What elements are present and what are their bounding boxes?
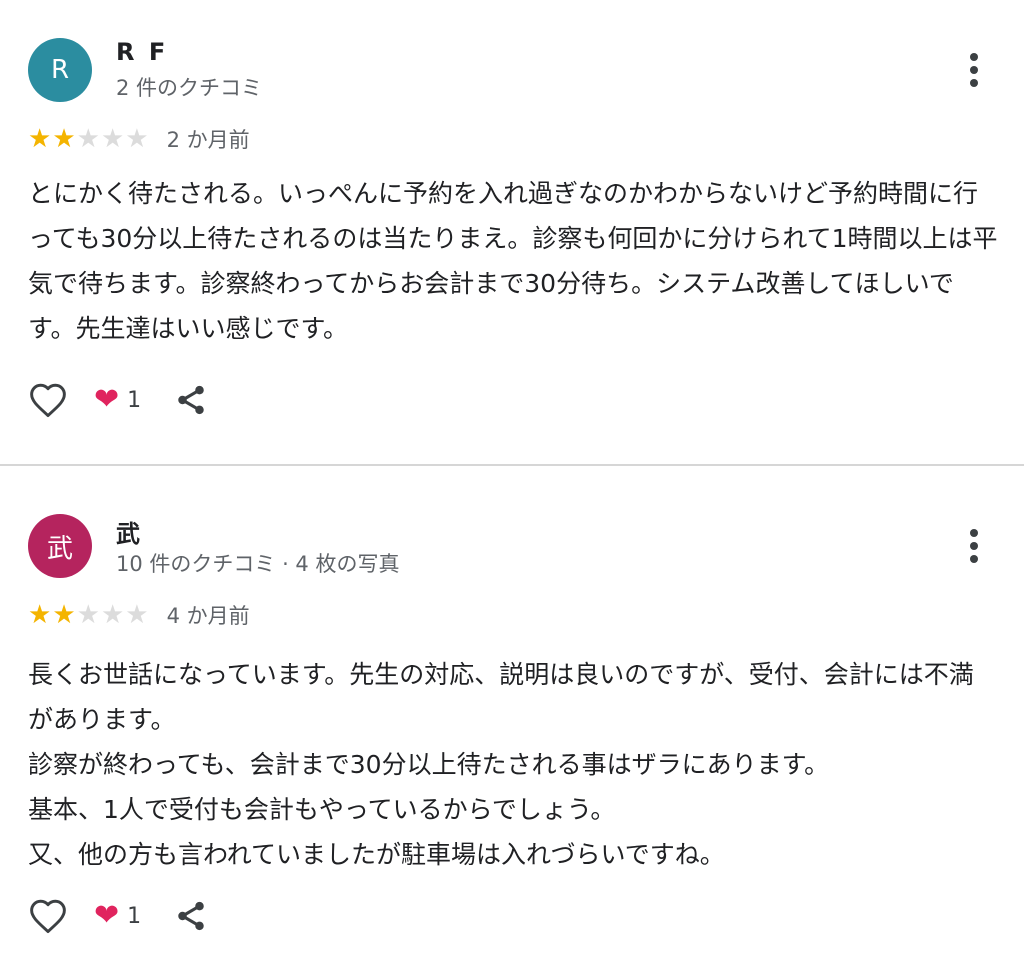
heart-emoji-icon: ❤: [94, 898, 120, 933]
star-rating: ★ ★ ★ ★ ★: [28, 602, 149, 628]
more-vert-icon: [970, 529, 978, 537]
review-actions: ❤ 1: [26, 378, 209, 422]
review-actions: ❤ 1: [26, 894, 209, 938]
star-filled-icon: ★: [28, 600, 52, 630]
author-review-count: 2 件のクチコミ: [116, 76, 263, 100]
share-icon: [178, 385, 204, 415]
reaction-heart-button[interactable]: ❤ 1: [94, 385, 141, 415]
review-text: とにかく待たされる。いっぺんに予約を入れ過ぎなのかわからないけど予約時間に行って…: [28, 179, 998, 343]
share-icon: [178, 901, 204, 931]
reaction-count: 1: [127, 387, 142, 413]
review-divider: [0, 464, 1024, 466]
reaction-count: 1: [127, 903, 142, 929]
reaction-heart-button[interactable]: ❤ 1: [94, 901, 141, 931]
rating-row: ★ ★ ★ ★ ★ 4 か月前: [28, 601, 250, 629]
star-filled-icon: ★: [28, 124, 52, 154]
more-options-button[interactable]: [958, 50, 990, 90]
star-empty-icon: ★: [125, 600, 149, 630]
author-review-count: 10 件のクチコミ · 4 枚の写真: [116, 552, 400, 576]
avatar-letter: 武: [46, 533, 73, 564]
avatar-letter: R: [50, 55, 70, 85]
heart-emoji-icon: ❤: [94, 382, 120, 417]
share-button[interactable]: [173, 380, 209, 420]
avatar[interactable]: R: [28, 38, 92, 102]
heart-outline-icon: [30, 383, 66, 418]
star-filled-icon: ★: [52, 124, 76, 154]
star-empty-icon: ★: [100, 600, 125, 630]
star-rating: ★ ★ ★ ★ ★: [28, 126, 149, 152]
like-button[interactable]: [26, 894, 70, 938]
rating-row: ★ ★ ★ ★ ★ 2 か月前: [28, 125, 250, 153]
more-options-button[interactable]: [958, 526, 990, 566]
avatar[interactable]: 武: [28, 514, 92, 578]
author-name[interactable]: R F: [116, 38, 168, 66]
more-vert-icon-dot: [970, 66, 978, 74]
heart-outline-icon: [30, 899, 66, 934]
star-empty-icon: ★: [76, 124, 100, 154]
star-empty-icon: ★: [76, 600, 100, 630]
review-date: 4 か月前: [166, 604, 250, 628]
more-vert-icon-dot: [970, 542, 978, 550]
more-vert-icon-dot: [970, 79, 978, 87]
author-name[interactable]: 武: [116, 514, 143, 549]
more-vert-icon-dot: [970, 555, 978, 563]
review-date: 2 か月前: [166, 128, 250, 152]
review-text: 長くお世話になっています。先生の対応、説明は良いのですが、受付、会計には不満があ…: [28, 660, 974, 869]
star-empty-icon: ★: [100, 124, 125, 154]
star-filled-icon: ★: [52, 600, 76, 630]
star-empty-icon: ★: [125, 124, 149, 154]
share-button[interactable]: [173, 896, 209, 936]
more-vert-icon: [970, 53, 978, 61]
like-button[interactable]: [26, 378, 70, 422]
